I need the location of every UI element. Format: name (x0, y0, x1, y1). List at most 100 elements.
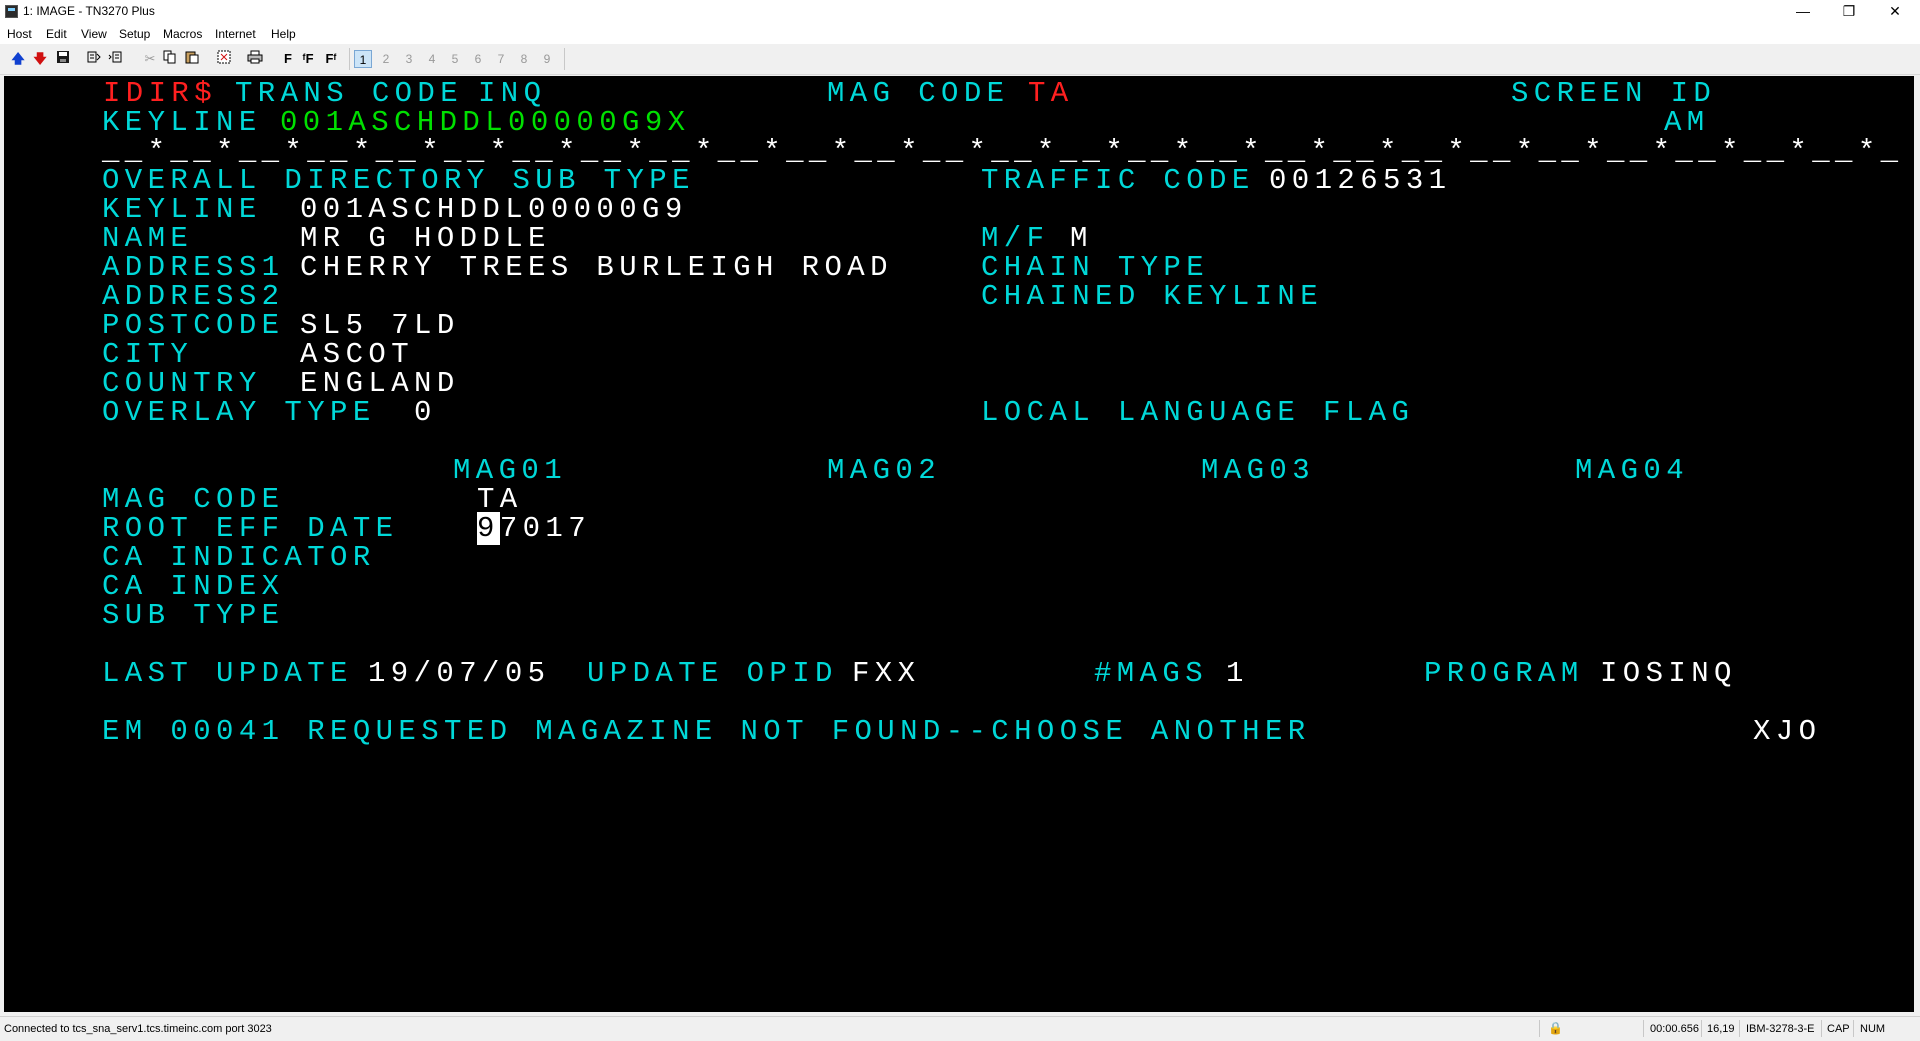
menu-bar: Host Edit View Setup Macros Internet Hel… (0, 24, 1920, 44)
keyline-value: 001ASCHDDL00000G9 (300, 193, 688, 226)
session-tab-6[interactable]: 6 (469, 50, 487, 68)
caps-lock-indicator: CAP (1827, 1023, 1850, 1035)
update-opid-label: UPDATE OPID (587, 657, 838, 690)
update-opid-value: FXX (852, 657, 921, 690)
overlay-type-value: 0 (414, 396, 437, 429)
overall-directory-sub-type-label: OVERALL DIRECTORY SUB TYPE (102, 164, 695, 197)
session-tab-2[interactable]: 2 (377, 50, 395, 68)
toolbar: 🡅 🡇 ✂ F ᶠF Fᶠ 1 2 3 4 5 6 7 8 9 (0, 44, 1920, 75)
save-icon[interactable] (55, 50, 71, 68)
header-keyline-value[interactable]: 001ASCHDDL00000G9X (280, 108, 690, 138)
program-value: IOSINQ (1600, 657, 1737, 690)
arrow-up-icon[interactable]: 🡅 (10, 50, 26, 68)
address1-label: ADDRESS1 (102, 251, 285, 284)
session-tab-7[interactable]: 7 (492, 50, 510, 68)
cut-icon[interactable]: ✂ (143, 50, 157, 68)
response-timer: 00:00.656 (1650, 1023, 1699, 1035)
traffic-code-value: 00126531 (1269, 164, 1452, 197)
session-tab-1[interactable]: 1 (354, 50, 372, 68)
print-icon[interactable] (246, 50, 264, 68)
font-smaller-icon[interactable]: ᶠF (299, 50, 317, 68)
connection-status: Connected to tcs_sna_serv1.tcs.timeinc.c… (4, 1023, 272, 1035)
screen-id-value: AM (1664, 106, 1710, 139)
name-value: MR G HODDLE (300, 222, 551, 255)
city-value: ASCOT (300, 338, 415, 371)
title-bar: 1: IMAGE - TN3270 Plus — ❐ ✕ (0, 0, 1920, 24)
status-separator (1821, 1020, 1822, 1037)
header-mag-code-value[interactable]: TA (1028, 79, 1074, 109)
postcode-value: SL5 7LD (300, 309, 460, 342)
session-tab-3[interactable]: 3 (400, 50, 418, 68)
status-separator (1853, 1020, 1854, 1037)
toolbar-separator (564, 48, 565, 70)
chained-keyline-label: CHAINED KEYLINE (981, 280, 1324, 313)
trans-code-label: TRANS CODE (235, 77, 464, 110)
trans-code-value[interactable]: INQ (478, 79, 546, 109)
keyboard-lock-icon: 🔒 (1548, 1021, 1563, 1035)
menu-setup[interactable]: Setup (119, 27, 150, 41)
mag-code-label: MAG CODE (102, 483, 285, 516)
header-mag-code-label: MAG CODE (827, 77, 1010, 110)
menu-view[interactable]: View (81, 27, 107, 41)
menu-host[interactable]: Host (7, 27, 32, 41)
font-larger-icon[interactable]: Fᶠ (322, 50, 340, 68)
font-icon[interactable]: F (283, 50, 293, 68)
status-separator (1739, 1020, 1740, 1037)
terminal-type: IBM-3278-3-E (1746, 1023, 1815, 1035)
copy-screen-icon[interactable] (86, 50, 102, 68)
program-label: PROGRAM (1424, 657, 1584, 690)
session-tab-8[interactable]: 8 (515, 50, 533, 68)
app-icon (5, 5, 18, 18)
close-button[interactable]: ✕ (1872, 0, 1918, 22)
country-label: COUNTRY (102, 367, 262, 400)
toolbar-separator (349, 48, 350, 70)
menu-help[interactable]: Help (271, 27, 296, 41)
country-value: ENGLAND (300, 367, 460, 400)
root-eff-date-value: 7017 (499, 512, 592, 545)
copy-icon[interactable] (162, 50, 178, 68)
postcode-label: POSTCODE (102, 309, 285, 342)
select-all-icon[interactable] (216, 50, 232, 68)
status-bar: Connected to tcs_sna_serv1.tcs.timeinc.c… (0, 1016, 1920, 1041)
num-lock-indicator: NUM (1860, 1023, 1886, 1035)
header-keyline-label: KEYLINE (102, 106, 262, 139)
chain-type-label: CHAIN TYPE (981, 251, 1210, 284)
address2-label: ADDRESS2 (102, 280, 285, 313)
ca-index-label: CA INDEX (102, 570, 285, 603)
status-separator (1539, 1020, 1540, 1037)
menu-internet[interactable]: Internet (215, 27, 256, 41)
error-message: EM 00041 REQUESTED MAGAZINE NOT FOUND--C… (102, 715, 1311, 748)
terminal-screen[interactable]: IDIR$ TRANS CODE INQ MAG CODE TA SCREEN … (4, 76, 1914, 1012)
traffic-code-label: TRAFFIC CODE (981, 164, 1255, 197)
mag-code-value[interactable]: TA (477, 485, 523, 515)
mag01-header: MAG01 (453, 454, 568, 487)
last-update-label: LAST UPDATE (102, 657, 353, 690)
paste-icon[interactable] (184, 50, 200, 68)
mf-label: M/F (981, 222, 1050, 255)
status-separator (1701, 1020, 1702, 1037)
ca-indicator-label: CA INDICATOR (102, 541, 376, 574)
mag02-header: MAG02 (827, 454, 942, 487)
session-tab-5[interactable]: 5 (446, 50, 464, 68)
local-language-flag-label: LOCAL LANGUAGE FLAG (981, 396, 1415, 429)
screen-id-label: SCREEN ID (1511, 77, 1717, 110)
minimize-button[interactable]: — (1780, 0, 1826, 22)
session-tab-9[interactable]: 9 (538, 50, 556, 68)
mags-count-label: #MAGS (1094, 657, 1209, 690)
keyline-label: KEYLINE (102, 193, 262, 226)
restore-button[interactable]: ❐ (1826, 0, 1872, 22)
sub-type-label: SUB TYPE (102, 599, 285, 632)
cursor-position: 16,19 (1707, 1023, 1735, 1035)
status-separator (1643, 1020, 1644, 1037)
session-tab-4[interactable]: 4 (423, 50, 441, 68)
arrow-down-icon[interactable]: 🡇 (32, 50, 48, 68)
menu-macros[interactable]: Macros (163, 27, 202, 41)
root-eff-date-field[interactable]: 97017 (477, 512, 592, 545)
mags-count-value: 1 (1226, 657, 1249, 690)
message-code: XJO (1753, 715, 1822, 748)
paste-screen-icon[interactable] (107, 50, 123, 68)
address1-value: CHERRY TREES BURLEIGH ROAD (300, 251, 893, 284)
window-title: 1: IMAGE - TN3270 Plus (23, 4, 155, 18)
menu-edit[interactable]: Edit (46, 27, 67, 41)
separator-line: __*__*__*__*__*__*__*__*__*__*__*__*__*_… (102, 135, 1904, 168)
